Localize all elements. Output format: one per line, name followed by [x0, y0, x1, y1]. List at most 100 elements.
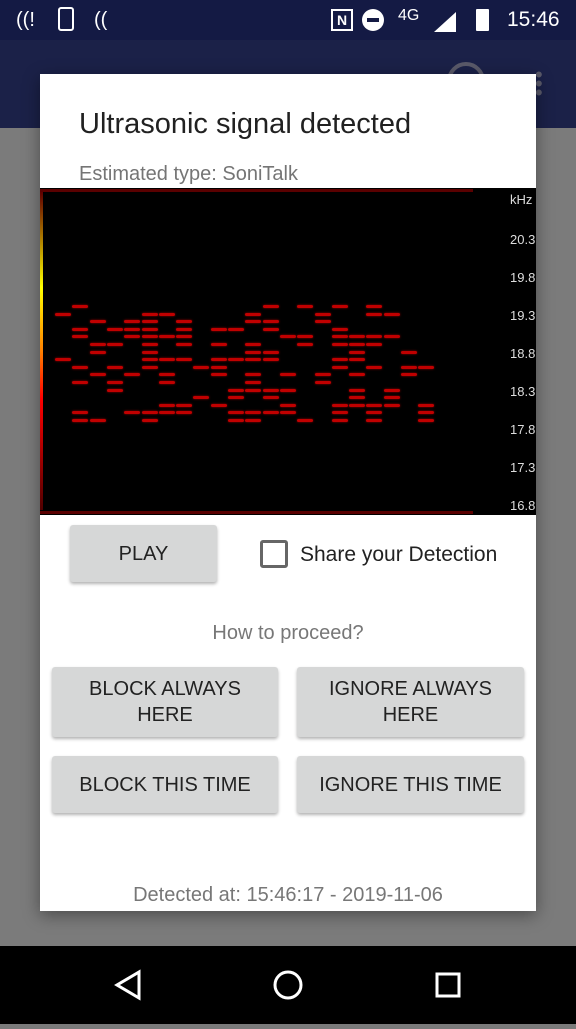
- signal-dash: [158, 335, 175, 339]
- signal-dash: [383, 403, 400, 407]
- signal-dash: [349, 335, 366, 339]
- frequency-tick-label: 19.3: [510, 308, 536, 323]
- signal-dash: [331, 327, 348, 331]
- signal-dash: [245, 411, 262, 415]
- signal-dash: [262, 388, 279, 392]
- signal-dash: [210, 373, 227, 377]
- estimated-type: Estimated type: SoniTalk: [79, 163, 298, 185]
- intensity-scale: [40, 192, 43, 510]
- play-button[interactable]: PLAY: [70, 525, 217, 582]
- signal-dash: [193, 365, 210, 369]
- signal-dash: [245, 388, 262, 392]
- signal-dash: [349, 343, 366, 346]
- signal-dash: [89, 350, 106, 354]
- ignore-this-time-button[interactable]: IGNORE THIS TIME: [297, 756, 524, 813]
- do-not-disturb-icon: [362, 9, 384, 31]
- signal-dash: [158, 358, 175, 362]
- signal-dash: [331, 343, 348, 346]
- signal-dash: [176, 335, 193, 339]
- signal-dash: [176, 343, 193, 346]
- recents-icon[interactable]: [435, 972, 461, 998]
- dialog-title: Ultrasonic signal detected: [79, 108, 412, 140]
- signal-dash: [262, 358, 279, 362]
- signal-dash: [418, 365, 435, 369]
- signal-dash: [262, 305, 279, 308]
- overflow-menu-icon[interactable]: • • •: [535, 64, 545, 104]
- signal-dash: [331, 411, 348, 415]
- signal-dash: [106, 343, 123, 346]
- signal-dash: [245, 320, 262, 324]
- signal-dash: [401, 373, 417, 377]
- block-this-time-button[interactable]: BLOCK THIS TIME: [52, 756, 278, 813]
- signal-icon: [434, 12, 456, 32]
- signal-dash: [158, 403, 175, 407]
- signal-dash: [89, 373, 106, 377]
- signal-dash: [176, 411, 193, 415]
- signal-dash: [331, 419, 348, 422]
- signal-dash: [210, 327, 227, 331]
- frequency-tick-label: 17.3: [510, 460, 536, 475]
- battery-icon: [476, 9, 489, 31]
- home-icon[interactable]: [273, 970, 303, 1000]
- signal-dash: [210, 358, 227, 362]
- hearing-alert-icon: ((!: [16, 9, 35, 31]
- signal-dash: [193, 396, 210, 400]
- signal-dash: [141, 350, 158, 354]
- signal-dash: [176, 358, 193, 362]
- signal-dash: [72, 335, 89, 339]
- signal-dash: [89, 343, 106, 346]
- signal-dash: [245, 343, 262, 346]
- signal-dash: [141, 343, 158, 346]
- signal-dash: [383, 335, 400, 339]
- signal-dash: [279, 335, 296, 339]
- signal-dash: [279, 373, 296, 377]
- signal-dash: [72, 305, 89, 308]
- signal-dash: [383, 396, 400, 400]
- signal-dash: [245, 373, 262, 377]
- signal-dash: [279, 388, 296, 392]
- spectrogram-bottom-border: [40, 511, 473, 514]
- frequency-tick-label: 17.8: [510, 422, 536, 437]
- signal-dash: [262, 350, 279, 354]
- signal-dash: [72, 419, 89, 422]
- signal-dash: [418, 419, 435, 422]
- signal-dash: [297, 335, 314, 339]
- signal-dash: [349, 373, 366, 377]
- signal-dash: [89, 419, 106, 422]
- signal-dash: [124, 411, 141, 415]
- signal-dash: [279, 411, 296, 415]
- signal-dash: [141, 335, 158, 339]
- signal-dash: [297, 305, 314, 308]
- signal-dash: [383, 388, 400, 392]
- ignore-always-button[interactable]: IGNORE ALWAYS HERE: [297, 667, 524, 737]
- detected-at: Detected at: 15:46:17 - 2019-11-06: [133, 884, 443, 906]
- nfc-icon: N: [331, 9, 353, 31]
- signal-dash: [141, 327, 158, 331]
- signal-dash: [141, 365, 158, 369]
- signal-dash: [141, 358, 158, 362]
- signal-dash: [106, 388, 123, 392]
- signal-dash: [124, 373, 141, 377]
- signal-dash: [141, 320, 158, 324]
- signal-dash: [72, 327, 89, 331]
- signal-dash: [366, 419, 383, 422]
- signal-dash: [72, 411, 89, 415]
- back-icon[interactable]: [114, 969, 141, 1001]
- signal-dash: [383, 312, 400, 316]
- block-always-button[interactable]: BLOCK ALWAYS HERE: [52, 667, 278, 737]
- signal-dash: [124, 320, 141, 324]
- clock: 15:46: [507, 8, 560, 31]
- signal-dash: [245, 381, 262, 384]
- signal-dash: [331, 365, 348, 369]
- hearing-icon: ((: [94, 9, 108, 31]
- signal-dash: [106, 365, 123, 369]
- share-checkbox[interactable]: [260, 540, 288, 568]
- signal-dash: [106, 381, 123, 384]
- signal-dash: [72, 381, 89, 384]
- signal-dash: [55, 312, 71, 316]
- signal-dash: [210, 403, 227, 407]
- share-label[interactable]: Share your Detection: [300, 543, 497, 567]
- signal-dash: [176, 403, 193, 407]
- signal-dash: [366, 343, 383, 346]
- signal-dash: [158, 312, 175, 316]
